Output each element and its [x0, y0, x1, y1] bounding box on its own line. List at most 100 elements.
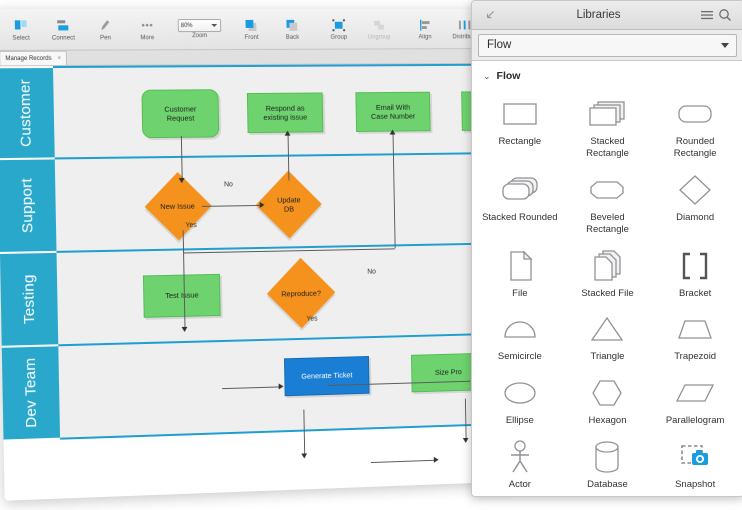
node-customer-request[interactable]: Customer Request	[141, 89, 220, 139]
shape-label: Parallelogram	[665, 415, 725, 427]
app-toolbar: Select Connect Pen More 80% Zoom Front B…	[0, 8, 512, 51]
library-select-value: Flow	[487, 39, 512, 51]
node-email-case[interactable]: Email With Case Number	[355, 91, 431, 132]
select-icon	[14, 18, 28, 34]
shape-item-snapshot[interactable]: Snapshot	[651, 433, 739, 493]
shape-label: Hexagon	[588, 415, 627, 427]
tool-connect[interactable]: Connect	[42, 16, 85, 44]
zoom-select[interactable]: 80%	[177, 18, 222, 33]
shape-item-rounded-rectangle[interactable]: Rounded Rectangle	[651, 90, 739, 162]
diagram-app-window: Select Connect Pen More 80% Zoom Front B…	[0, 8, 512, 501]
library-select[interactable]: Flow	[478, 33, 737, 57]
shape-item-ellipse[interactable]: Ellipse	[476, 369, 564, 429]
shape-item-stacked-file[interactable]: Stacked File	[564, 242, 652, 302]
hamburger-menu-icon[interactable]	[698, 6, 716, 24]
swimlane-body-support[interactable]: New Issue Update DB No Yes	[54, 153, 508, 253]
edge-label-yes-1: Yes	[185, 222, 197, 230]
node-respond-existing[interactable]: Respond as existing issue	[246, 92, 324, 134]
close-icon[interactable]: ×	[58, 55, 62, 61]
shape-item-triangle[interactable]: Triangle	[564, 305, 652, 365]
swimlane-body-testing[interactable]: Test Issue Reproduce? No Yes	[56, 244, 509, 347]
zoom-label: Zoom	[192, 33, 208, 40]
rectangle-shape-icon	[500, 95, 540, 133]
node-test-issue[interactable]: Test Issue	[142, 273, 221, 318]
document-tab[interactable]: Manage Records ×	[0, 50, 68, 66]
tool-front-label: Front	[244, 34, 259, 41]
search-icon[interactable]	[716, 6, 734, 24]
send-back-icon	[285, 17, 299, 33]
tool-ungroup[interactable]: Ungroup	[359, 15, 400, 42]
arrowhead-icon	[284, 130, 291, 136]
ungroup-icon	[372, 17, 386, 33]
library-shape-list[interactable]: ⌄ Flow Rectangle Stacked Rectangle Round…	[472, 61, 742, 496]
document-tab-label: Manage Records	[5, 55, 52, 62]
library-select-wrapper: Flow	[472, 30, 742, 61]
swimlane-body-customer[interactable]: Customer Request Respond as existing iss…	[52, 63, 512, 160]
shape-item-database[interactable]: Database	[564, 433, 652, 493]
arrowhead-icon	[178, 177, 185, 184]
zoom-control[interactable]: 80% Zoom	[177, 18, 222, 40]
shape-item-semicircle[interactable]: Semicircle	[476, 305, 564, 365]
shape-label: Trapezoid	[674, 351, 717, 363]
trapezoid-shape-icon	[675, 310, 715, 348]
tool-back[interactable]: Back	[272, 15, 313, 42]
screenshot-root: Select Connect Pen More 80% Zoom Front B…	[0, 0, 742, 510]
swimlane-header-customer[interactable]: Customer	[0, 65, 55, 161]
swimlane-header-support[interactable]: Support	[0, 159, 57, 254]
rounded-rectangle-shape-icon	[675, 95, 715, 133]
shape-label: Stacked Rectangle	[586, 136, 629, 159]
tool-more[interactable]: More	[126, 16, 168, 43]
distribute-icon	[458, 17, 472, 33]
shape-item-beveled-rectangle[interactable]: Beveled Rectangle	[564, 166, 652, 238]
shape-item-actor[interactable]: Actor	[476, 433, 564, 493]
shape-item-rectangle[interactable]: Rectangle	[476, 90, 564, 162]
node-generate-ticket[interactable]: Generate Ticket	[283, 355, 370, 397]
shape-item-diamond[interactable]: Diamond	[651, 166, 739, 238]
swimlane-body-devteam[interactable]: Generate Ticket Size Pro	[58, 334, 511, 440]
node-reproduce[interactable]: Reproduce?	[266, 257, 336, 329]
tool-group[interactable]: Group	[318, 15, 359, 42]
chevron-down-icon	[721, 42, 729, 48]
arrowhead-icon	[462, 437, 469, 444]
shape-label: Rectangle	[498, 136, 542, 147]
swimlane-header-testing[interactable]: Testing	[0, 252, 59, 348]
zoom-value: 80%	[180, 22, 193, 29]
arrowhead-icon	[278, 383, 284, 390]
arrowhead-icon	[259, 201, 265, 208]
connector-ticket-to-size	[370, 459, 438, 464]
shape-item-trapezoid[interactable]: Trapezoid	[651, 305, 739, 365]
swimlane-header-devteam[interactable]: Dev Team	[1, 346, 61, 442]
shape-item-file[interactable]: File	[476, 242, 564, 302]
ellipse-shape-icon	[500, 374, 540, 412]
node-reproduce-label: Reproduce?	[281, 288, 322, 298]
parallelogram-shape-icon	[673, 374, 717, 412]
tool-pen-label: Pen	[100, 34, 112, 41]
tool-select[interactable]: Select	[0, 16, 42, 44]
shape-grid: Rectangle Stacked Rectangle Rounded Rect…	[472, 88, 742, 496]
shape-label: Semicircle	[497, 351, 542, 363]
collapse-arrow-icon[interactable]	[481, 6, 499, 24]
node-update-db[interactable]: Update DB	[255, 170, 322, 239]
swimlane-label: Testing	[20, 274, 39, 325]
group-icon	[332, 17, 346, 33]
shape-item-stacked-rectangle[interactable]: Stacked Rectangle	[564, 90, 652, 162]
shape-item-hexagon[interactable]: Hexagon	[564, 369, 652, 429]
shape-item-bracket[interactable]: Bracket	[651, 242, 739, 302]
edge-label-no-1: No	[224, 181, 233, 189]
tool-align[interactable]: Align	[405, 15, 445, 42]
swimlane-support: Support New Issue Update DB No Yes	[0, 153, 508, 254]
diagram-canvas[interactable]: Customer Customer Request Respond as exi…	[0, 63, 512, 501]
tool-align-label: Align	[418, 33, 432, 40]
tool-front[interactable]: Front	[231, 15, 273, 42]
arrowhead-icon	[181, 326, 188, 332]
libraries-title-bar: Libraries	[472, 1, 742, 30]
triangle-shape-icon	[587, 310, 627, 348]
shape-item-parallelogram[interactable]: Parallelogram	[651, 369, 739, 429]
shape-label: Diamond	[676, 211, 715, 223]
tool-pen[interactable]: Pen	[84, 16, 126, 43]
edge-label-yes-2: Yes	[306, 315, 318, 323]
library-group-flow[interactable]: ⌄ Flow	[472, 61, 742, 88]
hexagon-shape-icon	[587, 374, 627, 412]
node-new-issue-label: New Issue	[160, 201, 196, 212]
shape-item-stacked-rounded[interactable]: Stacked Rounded	[476, 166, 564, 238]
